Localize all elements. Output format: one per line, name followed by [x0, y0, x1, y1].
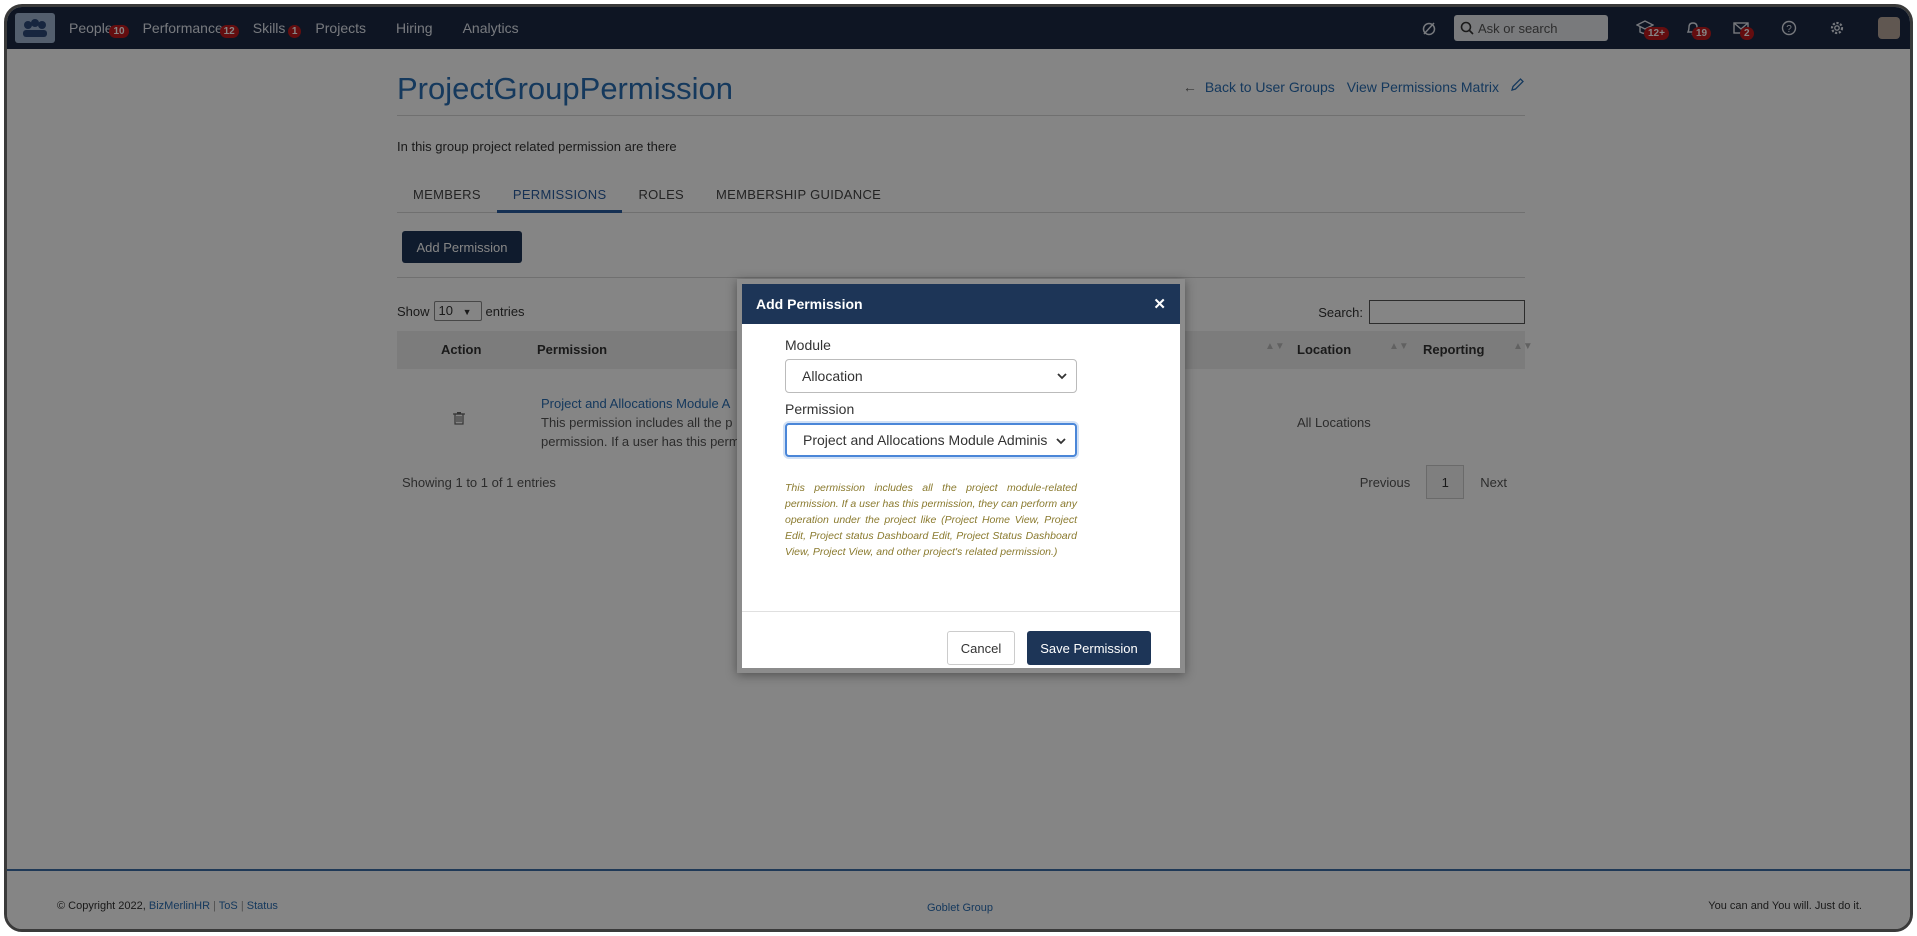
chevron-down-icon — [1055, 434, 1067, 450]
cancel-button[interactable]: Cancel — [947, 631, 1015, 665]
save-permission-button[interactable]: Save Permission — [1027, 631, 1151, 665]
add-permission-modal: Add Permission ✕ Module Allocation Permi… — [737, 279, 1185, 673]
chevron-down-icon — [1056, 369, 1068, 385]
modal-footer-divider — [742, 611, 1180, 612]
module-select-value: Allocation — [802, 368, 863, 384]
permission-select[interactable]: Project and Allocations Module Adminis — [785, 423, 1077, 457]
close-icon[interactable]: ✕ — [1153, 295, 1166, 313]
permission-help-text: This permission includes all the project… — [785, 482, 1077, 558]
permission-label: Permission — [785, 401, 855, 417]
permission-select-value: Project and Allocations Module Adminis — [803, 432, 1048, 448]
app-window: People 10 Performance 12 Skills 1 Projects … — [4, 4, 1913, 932]
modal-title: Add Permission — [756, 296, 863, 312]
modal-header: Add Permission ✕ — [742, 284, 1180, 324]
module-label: Module — [785, 337, 831, 353]
module-select[interactable]: Allocation — [785, 359, 1077, 393]
